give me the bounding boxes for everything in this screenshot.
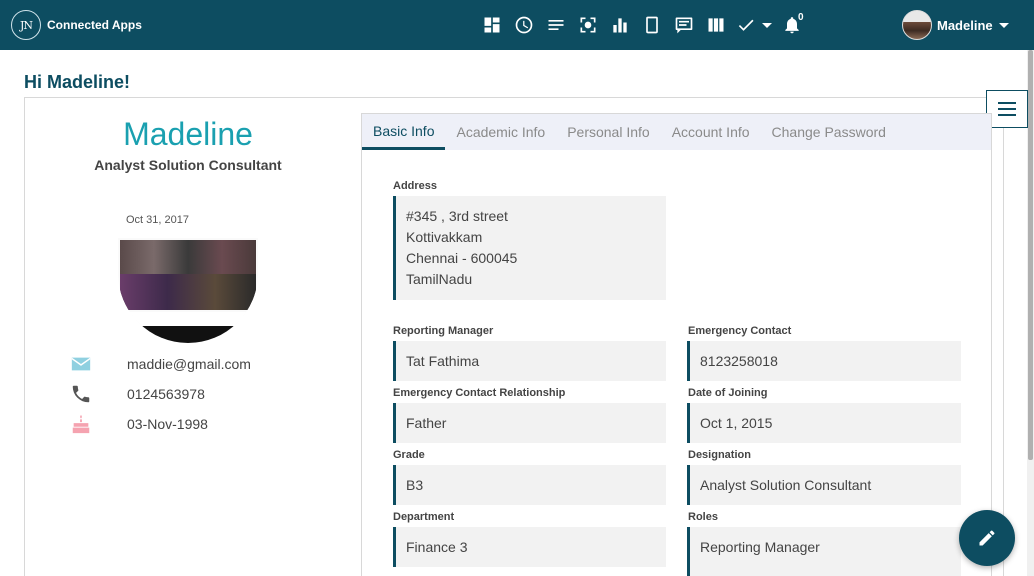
edit-profile-button[interactable] — [959, 510, 1015, 566]
grade-label: Grade — [393, 449, 425, 461]
date-of-joining-field: Oct 1, 2015 — [687, 403, 961, 443]
app-logo: JN — [11, 10, 41, 40]
date-of-joining-label: Date of Joining — [688, 387, 768, 399]
address-line: #345 , 3rd street — [406, 208, 508, 224]
roles-field: Reporting Manager — [687, 527, 961, 576]
address-field: #345 , 3rd street Kottivakkam Chennai - … — [393, 196, 666, 300]
designation-field: Analyst Solution Consultant — [687, 465, 961, 505]
nav-icons: 0 — [476, 0, 808, 50]
address-line: TamilNadu — [406, 271, 473, 287]
emergency-contact-field: 8123258018 — [687, 341, 961, 381]
tab-basic-info[interactable]: Basic Info — [362, 114, 446, 150]
brand[interactable]: JN Connected Apps — [11, 10, 142, 40]
profile-title: Analyst Solution Consultant — [94, 157, 282, 173]
reporting-manager-label: Reporting Manager — [393, 325, 494, 337]
phone-text: 0124563978 — [127, 386, 205, 402]
contact-phone: 0124563978 — [70, 382, 330, 406]
menu-line — [998, 102, 1016, 104]
menu-line — [998, 114, 1016, 116]
address-line: Kottivakkam — [406, 229, 483, 245]
app-name: Connected Apps — [47, 18, 142, 32]
notifications[interactable]: 0 — [776, 0, 808, 50]
designation-label: Designation — [688, 449, 751, 461]
email-text: maddie@gmail.com — [127, 356, 251, 372]
tab-personal-info[interactable]: Personal Info — [556, 114, 661, 150]
reporting-manager-field: Tat Fathima — [393, 341, 666, 381]
dashboard-icon[interactable] — [476, 0, 508, 50]
greeting: Hi Madeline! — [24, 72, 131, 92]
address-line: Chennai - 600045 — [406, 250, 518, 266]
info-tabs: Basic Info Academic Info Personal Info A… — [362, 114, 991, 150]
photo-footer — [118, 312, 258, 326]
profile-photo[interactable]: Oct 31, 2017 — [118, 190, 258, 343]
email-icon — [70, 353, 92, 375]
list-icon[interactable] — [540, 0, 572, 50]
phone-icon — [70, 383, 92, 405]
contact-birthday: 03-Nov-1998 — [70, 412, 330, 436]
check-icon — [738, 19, 754, 31]
cake-icon — [70, 413, 92, 435]
profile-name: Madeline — [123, 116, 253, 152]
tab-change-password[interactable]: Change Password — [761, 114, 897, 150]
clock-icon[interactable] — [508, 0, 540, 50]
roles-label: Roles — [688, 511, 718, 523]
photo-collage-row — [120, 274, 256, 310]
grade-field: B3 — [393, 465, 666, 505]
contact-email: maddie@gmail.com — [70, 352, 330, 376]
hamburger-menu-button[interactable] — [986, 90, 1028, 128]
user-name: Madeline — [937, 17, 993, 33]
emergency-contact-label: Emergency Contact — [688, 325, 792, 337]
tab-account-info[interactable]: Account Info — [661, 114, 761, 150]
photo-date: Oct 31, 2017 — [126, 214, 189, 226]
user-menu[interactable]: Madeline — [902, 10, 1009, 40]
department-field: Finance 3 — [393, 527, 666, 567]
scrollbar-thumb[interactable] — [1028, 50, 1033, 460]
menu-line — [998, 108, 1016, 110]
photo-bottom-bar — [118, 326, 258, 343]
department-label: Department — [393, 511, 455, 523]
focus-icon[interactable] — [572, 0, 604, 50]
emergency-relationship-label: Emergency Contact Relationship — [393, 387, 566, 399]
check-dropdown[interactable] — [732, 0, 776, 50]
chevron-down-icon — [998, 22, 1009, 28]
message-icon[interactable] — [668, 0, 700, 50]
tab-academic-info[interactable]: Academic Info — [445, 114, 556, 150]
chevron-down-icon — [762, 22, 772, 28]
tablet-icon[interactable] — [636, 0, 668, 50]
emergency-relationship-field: Father — [393, 403, 666, 443]
birthday-text: 03-Nov-1998 — [127, 416, 208, 432]
pencil-icon — [979, 530, 995, 546]
top-navbar: JN Connected Apps 0 Madeline — [0, 0, 1034, 50]
address-label: Address — [393, 180, 438, 192]
avatar — [902, 10, 932, 40]
columns-icon[interactable] — [700, 0, 732, 50]
notification-count: 0 — [798, 12, 804, 23]
bar-chart-icon[interactable] — [604, 0, 636, 50]
